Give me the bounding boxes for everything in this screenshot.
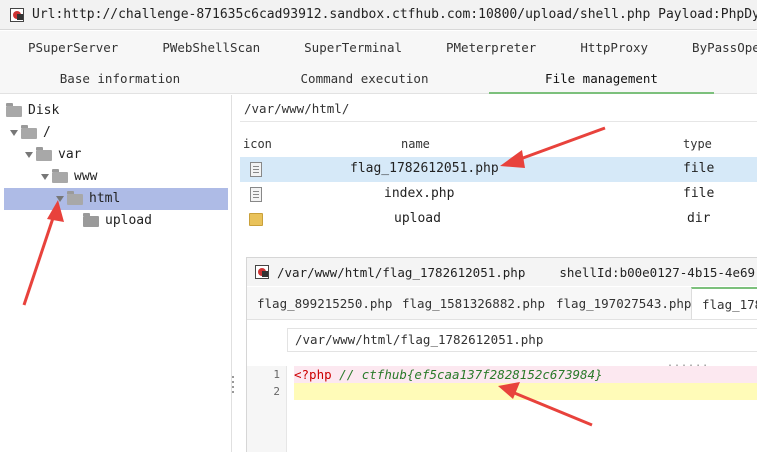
file-icon [250, 162, 262, 177]
line-number: 1 [273, 368, 280, 381]
plugin-tab-psuperserver[interactable]: PSuperServer [0, 40, 140, 55]
folder-icon [83, 212, 99, 227]
editor-tab[interactable]: flag_899215250.php [257, 287, 392, 319]
tree-node-label: html [89, 191, 121, 206]
editor-title: /var/www/html/flag_1782612051.php [277, 264, 526, 280]
tree-node-label: www [74, 169, 98, 184]
plugin-tab-pwebshellscan[interactable]: PWebShellScan [140, 40, 282, 55]
line-number: 2 [273, 385, 280, 398]
file-row[interactable]: upload dir [240, 207, 757, 232]
file-table-header: icon name type [240, 134, 757, 156]
window-title-bar: Url:http://challenge-871635c6cad93912.sa… [0, 0, 757, 30]
plugin-tab-pmeterpreter[interactable]: PMeterpreter [424, 40, 558, 55]
splitter-handle[interactable] [231, 376, 235, 396]
tree-node-root[interactable]: / [10, 122, 51, 144]
folder-open-icon [67, 190, 83, 205]
plugin-tab-bypassopen[interactable]: ByPassOpen [670, 40, 757, 55]
tree-node-label: Disk [28, 103, 60, 118]
expand-triangle-icon[interactable] [10, 130, 18, 136]
file-type: dir [687, 211, 711, 226]
expand-triangle-icon[interactable] [41, 174, 49, 180]
tab-base-information[interactable]: Base information [0, 63, 240, 94]
file-name: flag_1782612051.php [350, 161, 499, 176]
editor-tab[interactable]: flag_1581326882.php [402, 287, 545, 319]
folder-open-icon [52, 168, 68, 183]
file-editor-window: /var/www/html/flag_1782612051.php shellI… [246, 257, 757, 452]
tree-node-upload[interactable]: upload [83, 210, 152, 232]
editor-tab[interactable]: flag_197027543.php [556, 287, 691, 319]
window-title: Url:http://challenge-871635c6cad93912.sa… [32, 7, 757, 22]
plugin-tab-superterminal[interactable]: SuperTerminal [282, 40, 424, 55]
tree-node-html[interactable]: html [4, 188, 228, 210]
file-name: index.php [384, 186, 455, 201]
tab-command-execution[interactable]: Command execution [240, 63, 489, 94]
file-row[interactable]: index.php file [240, 182, 757, 207]
line-number-gutter: 1 2 [247, 366, 287, 452]
tree-node-www[interactable]: www [41, 166, 97, 188]
directory-tree: Disk / var www html upload [0, 95, 232, 452]
expand-triangle-icon[interactable] [25, 152, 33, 158]
main-tab-bar: Base information Command execution File … [0, 63, 757, 94]
folder-open-icon [21, 124, 37, 139]
php-open-tag: <?php [294, 367, 332, 382]
file-row[interactable]: flag_1782612051.php file [240, 157, 757, 182]
tree-node-label: / [43, 125, 51, 140]
folder-icon [249, 213, 263, 226]
plugin-tab-bar: PSuperServer PWebShellScan SuperTerminal… [0, 31, 757, 63]
tree-node-var[interactable]: var [25, 144, 81, 166]
flag-comment: // ctfhub{ef5caa137f2828152c673984} [339, 367, 603, 382]
code-line[interactable]: <?php // ctfhub{ef5caa137f2828152c673984… [294, 366, 757, 383]
expand-triangle-icon[interactable] [56, 196, 64, 202]
file-name: upload [394, 211, 441, 226]
shell-id: shellId:b00e0127-4b15-4e69-a316 [559, 264, 757, 280]
plugin-tab-httpproxy[interactable]: HttpProxy [558, 40, 670, 55]
app-icon [10, 7, 24, 22]
column-header-name[interactable]: name [401, 137, 430, 151]
tab-file-management[interactable]: File management [489, 63, 714, 94]
editor-title-bar: /var/www/html/flag_1782612051.php shellI… [247, 258, 757, 286]
tree-node-disk[interactable]: Disk [6, 100, 59, 122]
editor-tab-active[interactable]: flag_1782612051.php [691, 287, 757, 319]
code-line-current[interactable] [294, 383, 757, 400]
tree-node-label: upload [105, 213, 152, 228]
editor-tab-bar: flag_899215250.php flag_1581326882.php f… [247, 287, 757, 320]
file-icon [250, 187, 262, 202]
folder-open-icon [36, 146, 52, 161]
editor-path-input[interactable]: /var/www/html/flag_1782612051.php [287, 328, 757, 352]
column-header-type[interactable]: type [683, 137, 712, 151]
folder-open-icon [6, 102, 22, 117]
app-icon [255, 265, 269, 279]
tree-node-label: var [58, 147, 82, 162]
file-type: file [683, 161, 715, 176]
current-path-bar[interactable]: /var/www/html/ [240, 95, 757, 122]
file-type: file [683, 186, 715, 201]
column-header-icon[interactable]: icon [243, 137, 272, 151]
